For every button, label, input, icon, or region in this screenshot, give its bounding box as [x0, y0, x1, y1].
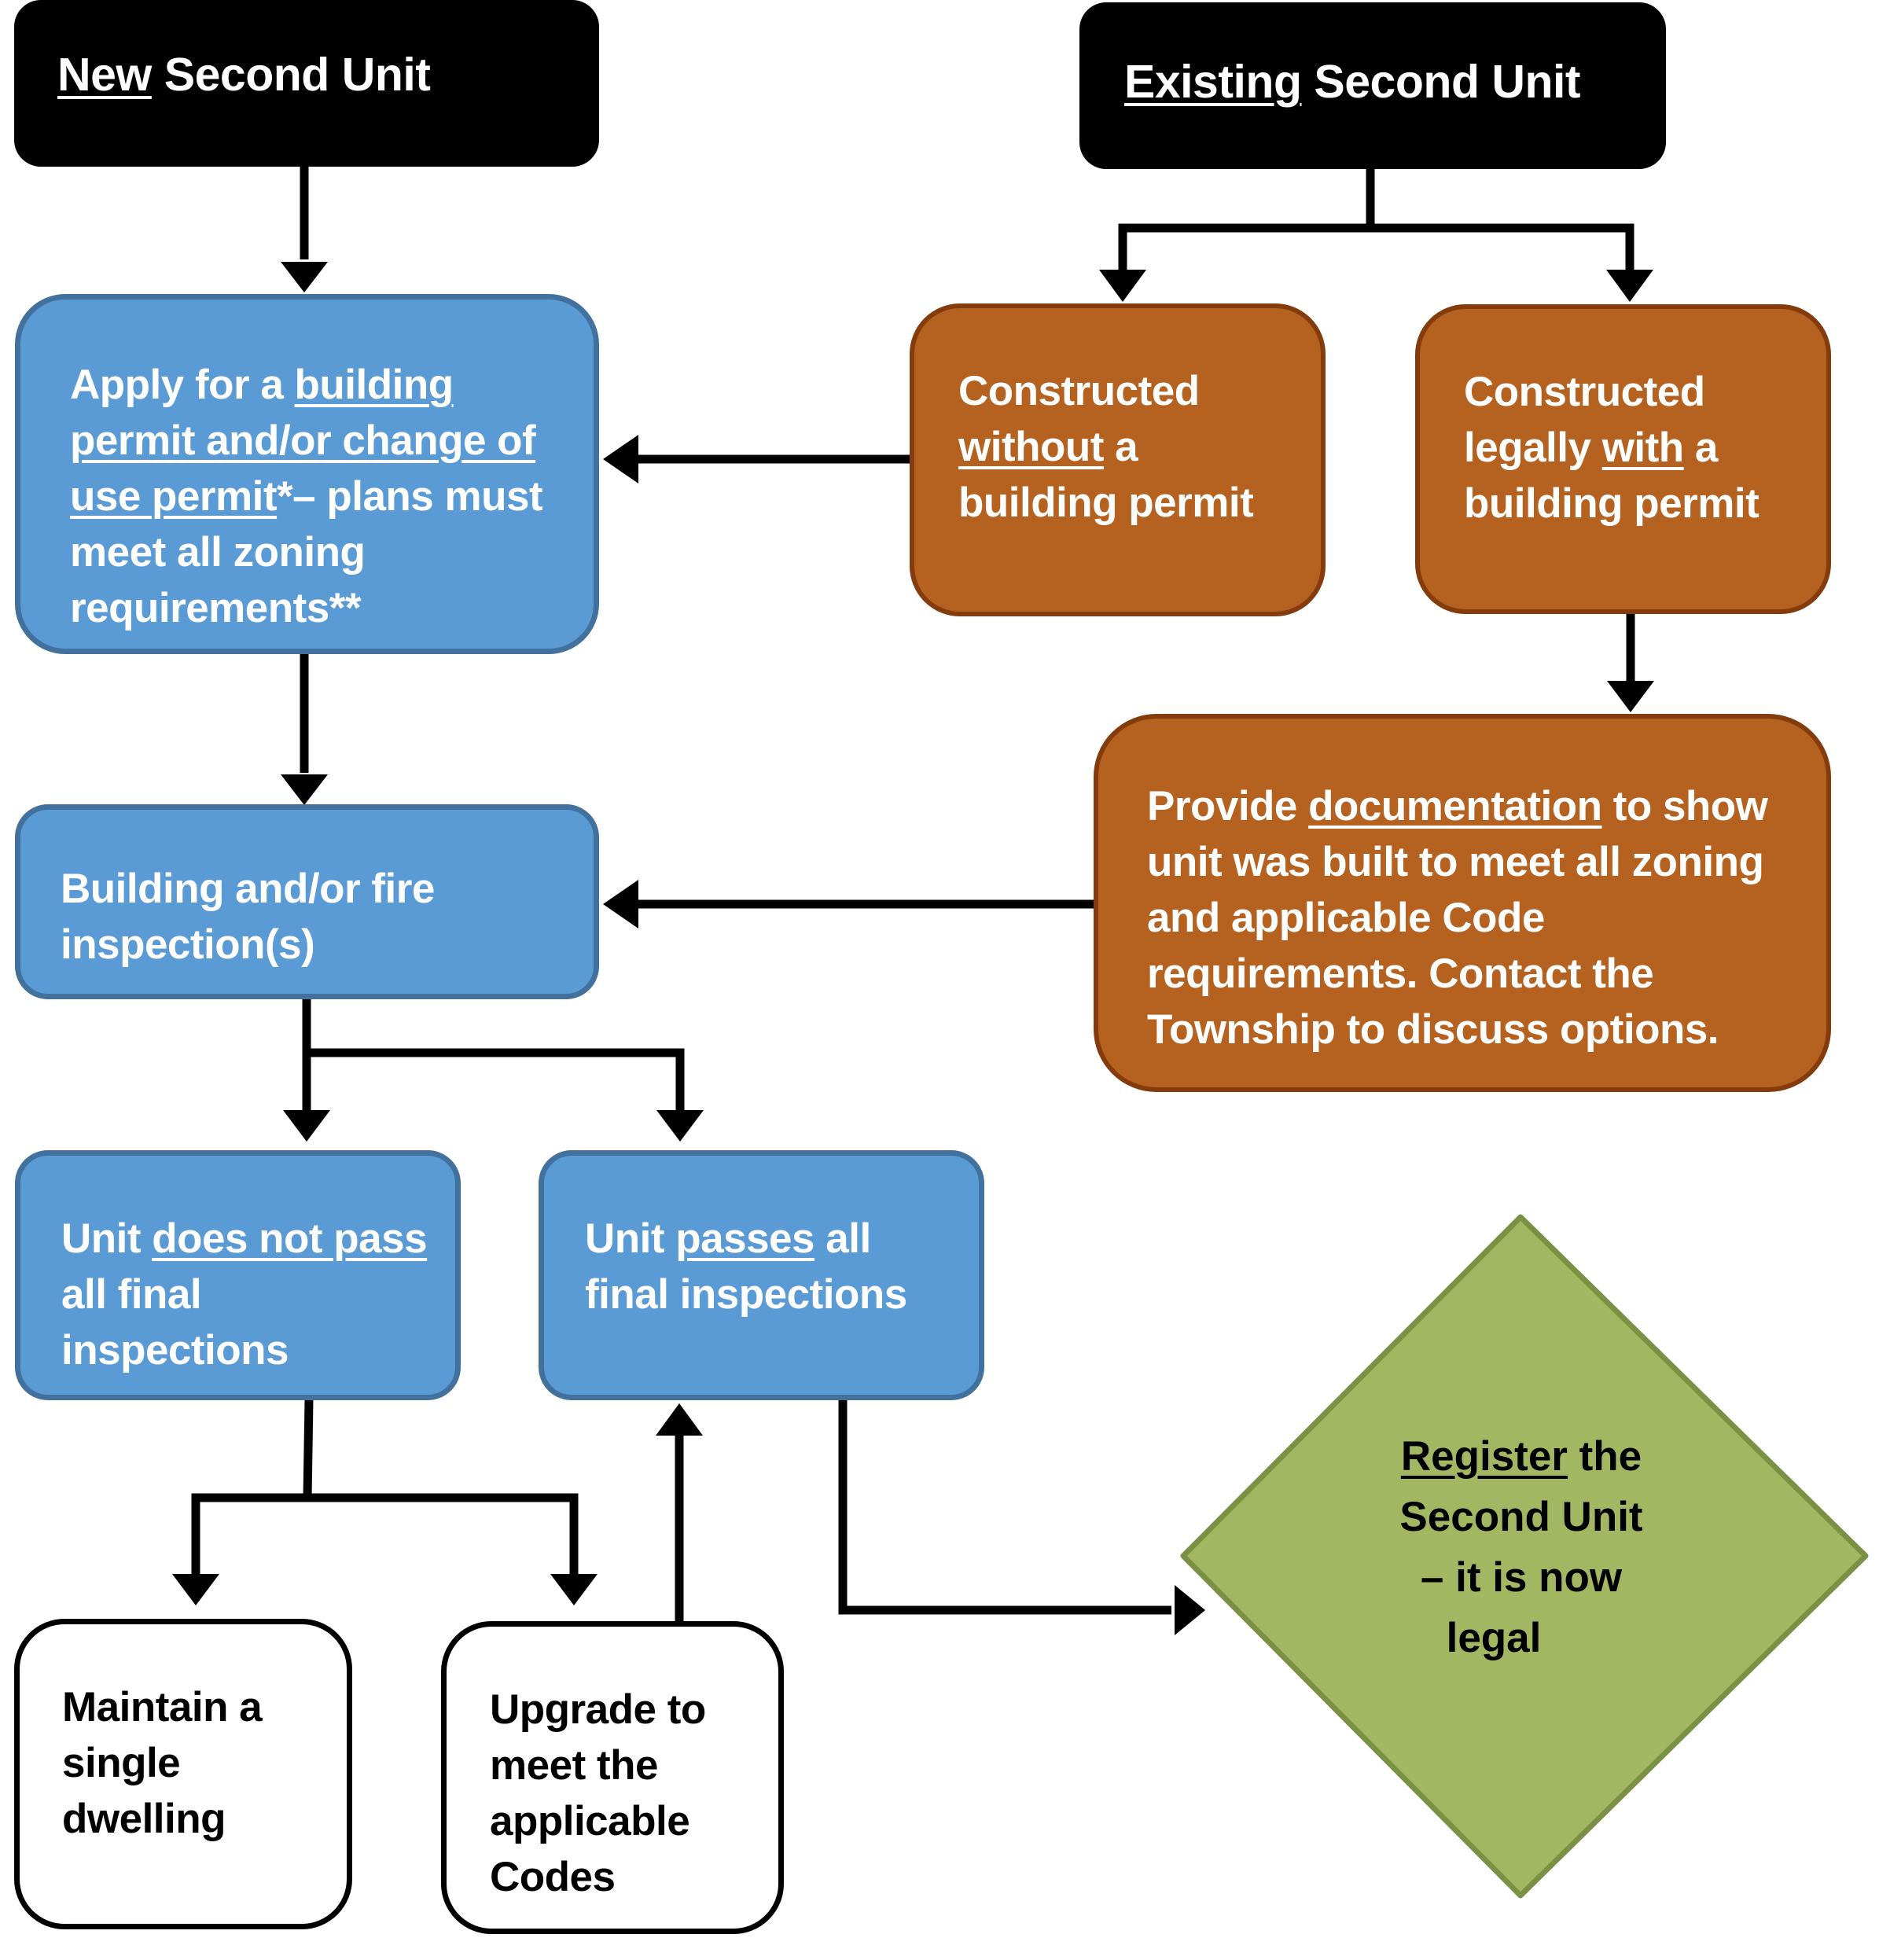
not-pass-post: all final inspections [61, 1271, 289, 1373]
node-unit-passes[interactable]: Unit passes all final inspections [539, 1150, 984, 1400]
node-upgrade-to-codes[interactable]: Upgrade to meet the applicable Codes [441, 1621, 784, 1934]
register-line-1-rest: the [1567, 1433, 1642, 1480]
node-maintain-single-dwelling[interactable]: Maintain a single dwelling [14, 1619, 352, 1929]
edge-passes-to-register [838, 1400, 1171, 1615]
not-pass-underlined: does not pass [152, 1215, 428, 1262]
edge-notpass-split-right [307, 1493, 579, 1575]
node-register-second-unit[interactable]: Register the Second Unit – it is now leg… [1337, 1426, 1706, 1668]
node-existing-second-unit[interactable]: Existing Second Unit [1079, 2, 1666, 169]
passes-underlined: passes [675, 1215, 815, 1262]
existing-unit-label: Existing Second Unit [1124, 54, 1581, 110]
existing-unit-rest: Second Unit [1301, 56, 1581, 108]
single-dwelling-text: Maintain a single dwelling [62, 1684, 263, 1842]
not-pass-text: Unit does not pass all final inspections [61, 1211, 439, 1378]
arrowhead-existing-left [1099, 270, 1146, 302]
documentation-pre: Provide [1147, 783, 1309, 829]
apply-pre: Apply for a [70, 362, 295, 408]
arrowhead-notpass-upgrade [550, 1574, 598, 1605]
arrowhead-documentation-inspection [603, 880, 638, 929]
edge-inspection-split-right [307, 1048, 685, 1111]
inspection-text: Building and/or fire inspection(s) [61, 866, 435, 968]
new-unit-label: New Second Unit [57, 47, 431, 103]
without-pre: Constructed [958, 368, 1200, 414]
passes-text: Unit passes all final inspections [585, 1211, 962, 1322]
arrowhead-inspection-passes [656, 1110, 704, 1142]
upgrade-text: Upgrade to meet the applicable Codes [490, 1686, 706, 1900]
new-unit-rest: Second Unit [151, 49, 431, 101]
apply-permit-text: Apply for a building permit and/or chang… [70, 357, 573, 636]
node-apply-permit[interactable]: Apply for a building permit and/or chang… [15, 294, 599, 654]
with-underlined: with [1601, 425, 1684, 471]
existing-unit-underlined: Existing [1124, 56, 1302, 108]
register-line-4: legal [1446, 1615, 1542, 1661]
node-constructed-without-permit[interactable]: Constructed without a building permit [910, 303, 1326, 616]
arrowhead-without-apply [603, 435, 638, 484]
register-line-2: Second Unit [1399, 1494, 1643, 1540]
passes-pre: Unit [585, 1215, 676, 1262]
arrowhead-notpass-single [172, 1574, 219, 1605]
with-permit-text: Constructed legally with a building perm… [1464, 364, 1810, 531]
edge-notpass-split [191, 1399, 314, 1575]
new-unit-underlined: New [57, 49, 152, 101]
arrowhead-passes-register [1175, 1585, 1205, 1635]
without-permit-text: Constructed without a building permit [958, 363, 1304, 531]
not-pass-pre: Unit [61, 1215, 153, 1262]
arrowhead-apply-inspection [281, 774, 328, 805]
register-underlined: Register [1400, 1433, 1568, 1480]
edge-existing-split-right [1370, 223, 1634, 271]
register-line-1: Register the [1337, 1426, 1706, 1487]
arrowhead-existing-right [1606, 270, 1653, 302]
node-constructed-with-permit[interactable]: Constructed legally with a building perm… [1415, 304, 1831, 614]
arrowhead-with-documentation [1607, 681, 1654, 712]
node-unit-does-not-pass[interactable]: Unit does not pass all final inspections [15, 1150, 461, 1400]
arrowhead-upgrade-passes [656, 1403, 703, 1436]
node-new-second-unit[interactable]: New Second Unit [14, 0, 599, 167]
arrowhead-new-apply [281, 262, 328, 292]
documentation-text: Provide documentation to show unit was b… [1147, 778, 1792, 1057]
node-provide-documentation[interactable]: Provide documentation to show unit was b… [1094, 714, 1831, 1092]
node-building-fire-inspection[interactable]: Building and/or fire inspection(s) [15, 804, 599, 999]
documentation-underlined: documentation [1308, 783, 1602, 829]
without-underlined: without [958, 424, 1104, 470]
arrowhead-inspection-notpass [283, 1110, 330, 1142]
register-line-3: – it is now [1420, 1554, 1623, 1601]
edge-existing-split [1118, 169, 1375, 271]
